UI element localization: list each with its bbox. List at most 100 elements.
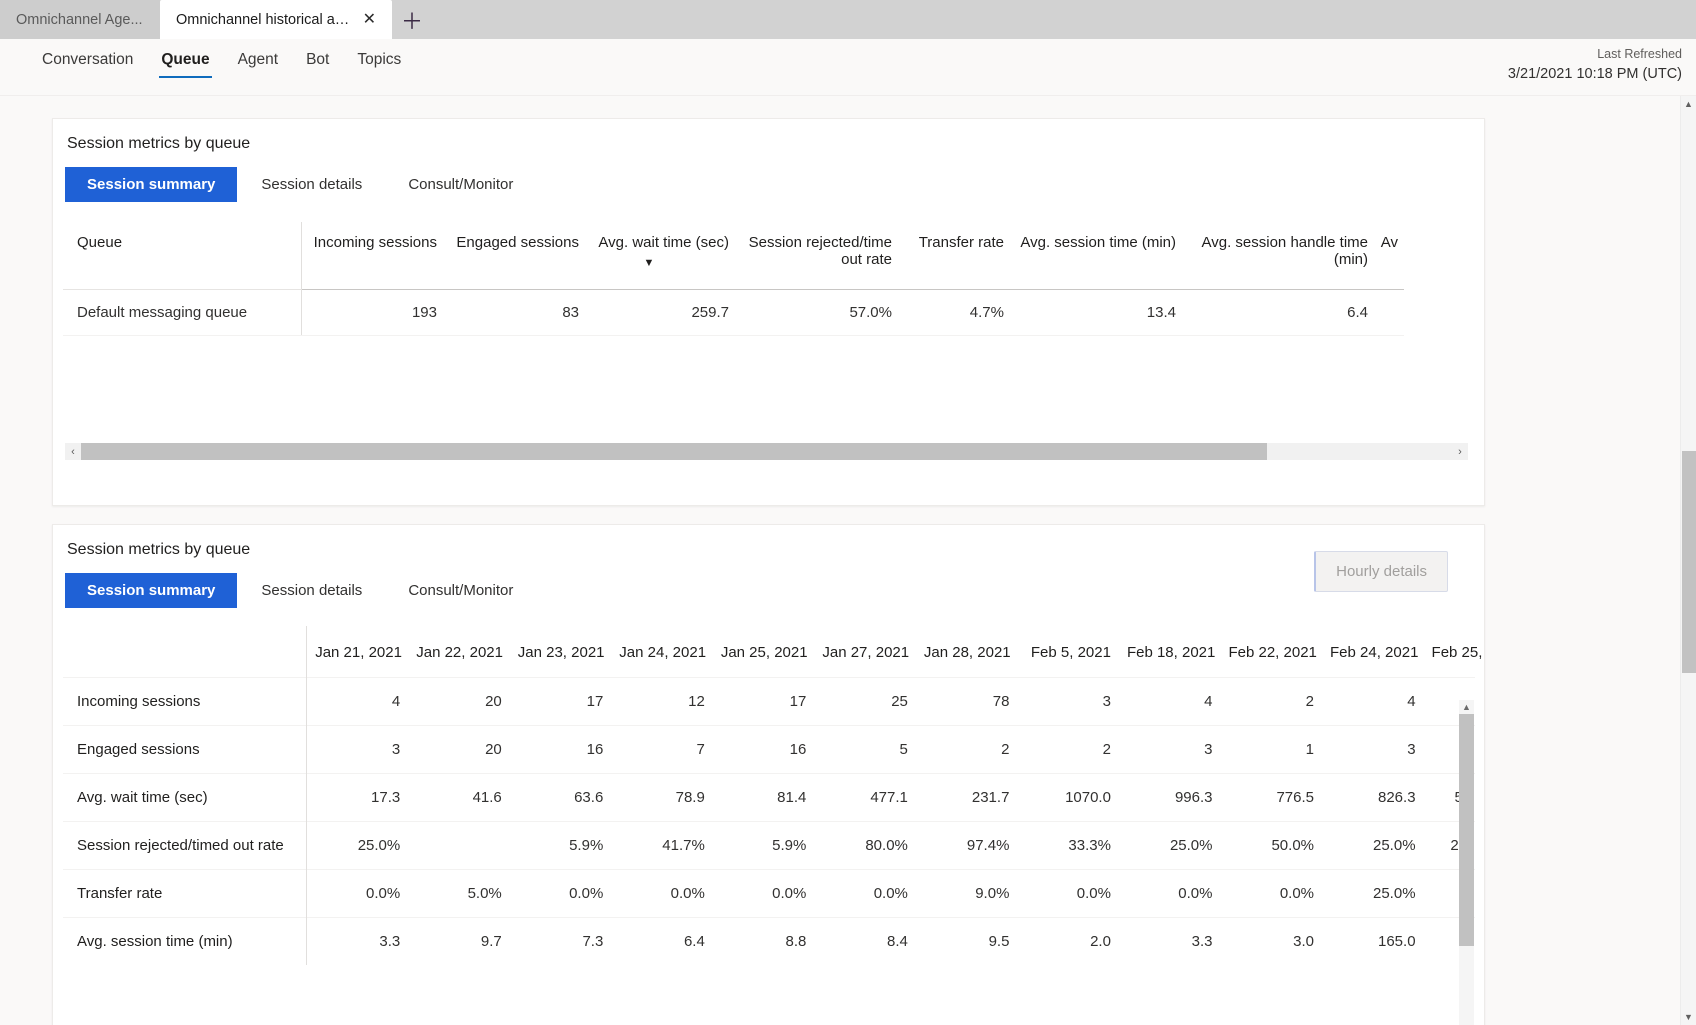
page-vertical-scrollbar[interactable]: ▲ ▼ xyxy=(1680,96,1696,1025)
hourly-details-button[interactable]: Hourly details xyxy=(1314,551,1448,592)
nav-tab-topics[interactable]: Topics xyxy=(343,51,415,78)
cell-value: 4 xyxy=(1118,677,1221,726)
cell-incoming-sessions: 193 xyxy=(301,289,443,336)
table-row[interactable]: Default messaging queue 193 83 259.7 57.… xyxy=(63,289,1404,336)
col-header-date[interactable]: Jan 24, 2021 xyxy=(611,626,713,678)
cell-value: 8.4 xyxy=(814,917,916,965)
pivot-consult-monitor[interactable]: Consult/Monitor xyxy=(386,167,535,202)
chevron-down-icon[interactable]: ▼ xyxy=(1681,1009,1696,1025)
browser-tab-strip: Omnichannel Age... Omnichannel historica… xyxy=(0,0,1696,39)
col-header-incoming-sessions[interactable]: Incoming sessions xyxy=(301,222,443,290)
table-row[interactable]: Avg. wait time (sec) 17.3 41.6 63.6 78.9… xyxy=(63,773,1475,822)
cell-value: 20 xyxy=(408,677,510,726)
close-icon[interactable]: ✕ xyxy=(363,11,376,28)
col-header-session-rejected-timeout-rate[interactable]: Session rejected/time out rate xyxy=(735,222,898,290)
col-header-date[interactable]: Jan 21, 2021 xyxy=(307,626,409,678)
cell-value: 2.0 xyxy=(1017,917,1119,965)
col-header-date[interactable]: Jan 25, 2021 xyxy=(713,626,815,678)
cell-value: 17 xyxy=(509,677,612,726)
nav-tab-list: Conversation Queue Agent Bot Topics xyxy=(0,39,415,78)
col-header-transfer-rate[interactable]: Transfer rate xyxy=(898,222,1010,290)
col-header-date[interactable]: Feb 5, 2021 xyxy=(1017,626,1119,678)
card-title: Session metrics by queue xyxy=(67,541,251,558)
cell-value: 5.9% xyxy=(509,821,612,870)
scrollbar-thumb[interactable] xyxy=(1682,451,1696,673)
sort-descending-icon: ▼ xyxy=(643,257,655,269)
cell-metric-name: Session rejected/timed out rate xyxy=(63,821,308,870)
col-header-date[interactable]: Feb 25, 2 xyxy=(1424,626,1484,678)
col-header-avg-session-handle-time[interactable]: Avg. session handle time (min) xyxy=(1182,222,1374,290)
col-header-avg-session-time[interactable]: Avg. session time (min) xyxy=(1010,222,1182,290)
pivot-session-summary[interactable]: Session summary xyxy=(65,167,238,202)
table-row[interactable]: Avg. session time (min) 3.3 9.7 7.3 6.4 … xyxy=(63,917,1475,965)
col-header-truncated[interactable]: Av xyxy=(1374,222,1404,290)
cell-value: 16 xyxy=(712,725,815,774)
cell-avg-session-handle-time: 6.4 xyxy=(1182,289,1374,336)
chevron-left-icon[interactable]: ‹ xyxy=(65,443,81,460)
browser-tab-active[interactable]: Omnichannel historical an... ✕ xyxy=(160,0,392,39)
pivot-session-summary[interactable]: Session summary xyxy=(65,573,238,608)
nav-tab-conversation[interactable]: Conversation xyxy=(28,51,147,78)
cell-value: 0.0% xyxy=(306,869,409,918)
queue-summary-table: Queue Incoming sessions Engaged sessions… xyxy=(63,222,1404,336)
cell-metric-name: Engaged sessions xyxy=(63,725,308,774)
cell-queue-name: Default messaging queue xyxy=(63,289,302,336)
col-header-engaged-sessions[interactable]: Engaged sessions xyxy=(443,222,585,290)
pivot-consult-monitor[interactable]: Consult/Monitor xyxy=(386,573,535,608)
cell-value: 5.0% xyxy=(408,869,510,918)
col-header-date[interactable]: Feb 24, 2021 xyxy=(1322,626,1424,678)
col-header-date[interactable]: Feb 22, 2021 xyxy=(1220,626,1322,678)
chevron-right-icon[interactable]: › xyxy=(1452,443,1468,460)
cell-value: 0.0% xyxy=(1220,869,1323,918)
pivot-list: Session summary Session details Consult/… xyxy=(53,559,1484,608)
page-body: Session metrics by queue Session summary… xyxy=(0,96,1696,1025)
cell-value: 80.0% xyxy=(814,821,916,870)
table-row[interactable]: Incoming sessions 4 20 17 12 17 25 78 3 … xyxy=(63,677,1475,726)
pivot-session-details[interactable]: Session details xyxy=(239,573,384,608)
cell-value: 5.9% xyxy=(712,821,815,870)
col-header-queue[interactable]: Queue xyxy=(63,222,302,290)
card-session-metrics-by-queue-trend: Session metrics by queue Hourly details … xyxy=(52,524,1485,1025)
col-header-date[interactable]: Jan 28, 2021 xyxy=(916,626,1018,678)
new-tab-icon[interactable]: ＋ xyxy=(392,0,432,39)
nav-tab-bot[interactable]: Bot xyxy=(292,51,343,78)
cell-value: 3 xyxy=(306,725,409,774)
scrollbar-thumb[interactable] xyxy=(1459,714,1474,946)
queue-summary-table-wrap: Queue Incoming sessions Engaged sessions… xyxy=(53,222,1484,472)
cell-value: 0.0% xyxy=(1017,869,1119,918)
col-header-avg-wait-time[interactable]: Avg. wait time (sec) ▼ xyxy=(585,222,735,290)
col-header-date[interactable]: Jan 22, 2021 xyxy=(408,626,510,678)
cell-value: 41.6 xyxy=(408,773,510,822)
last-refreshed-value: 3/21/2021 10:18 PM (UTC) xyxy=(1507,65,1682,82)
chevron-up-icon[interactable]: ▲ xyxy=(1459,700,1474,714)
scrollbar-track[interactable] xyxy=(81,443,1452,460)
cell-value: 996.3 xyxy=(1118,773,1221,822)
cell-value: 5 xyxy=(814,725,916,774)
chevron-up-icon[interactable]: ▲ xyxy=(1681,96,1696,112)
scrollbar-thumb[interactable] xyxy=(81,443,1267,460)
cell-metric-name: Avg. session time (min) xyxy=(63,917,308,965)
browser-tab-inactive[interactable]: Omnichannel Age... xyxy=(0,0,160,39)
cell-value: 0.0% xyxy=(814,869,916,918)
pivot-session-details[interactable]: Session details xyxy=(239,167,384,202)
table-row[interactable]: Session rejected/timed out rate 25.0% 5.… xyxy=(63,821,1475,870)
table-header-row: Queue Incoming sessions Engaged sessions… xyxy=(63,222,1404,290)
nav-tab-agent[interactable]: Agent xyxy=(224,51,293,78)
horizontal-scrollbar[interactable]: ‹ › xyxy=(65,443,1468,460)
cell-avg-session-time: 13.4 xyxy=(1010,289,1182,336)
cell-session-rejected-timeout-rate: 57.0% xyxy=(735,289,898,336)
cell-value: 3 xyxy=(1322,725,1424,774)
col-header-date[interactable]: Feb 18, 2021 xyxy=(1119,626,1221,678)
table-row[interactable]: Transfer rate 0.0% 5.0% 0.0% 0.0% 0.0% 0… xyxy=(63,869,1475,918)
last-refreshed-label: Last Refreshed xyxy=(1597,47,1682,61)
table-row[interactable]: Engaged sessions 3 20 16 7 16 5 2 2 3 1 … xyxy=(63,725,1475,774)
cell-value: 20 xyxy=(408,725,510,774)
nav-tab-queue[interactable]: Queue xyxy=(147,51,223,78)
cell-value: 25.0% xyxy=(1322,869,1424,918)
cell-value: 25.0% xyxy=(306,821,409,870)
cell-value: 3.0 xyxy=(1220,917,1323,965)
col-header-date[interactable]: Jan 23, 2021 xyxy=(510,626,612,678)
col-header-metric xyxy=(63,626,308,678)
table-vertical-scrollbar[interactable]: ▲ xyxy=(1459,700,1474,1025)
col-header-date[interactable]: Jan 27, 2021 xyxy=(814,626,916,678)
